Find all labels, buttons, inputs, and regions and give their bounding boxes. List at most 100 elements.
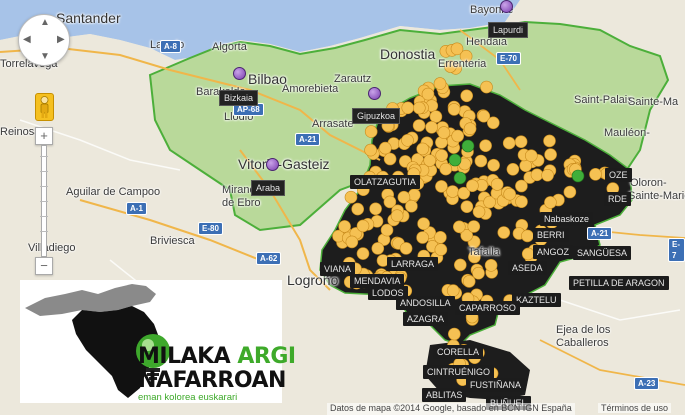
place-marker[interactable] xyxy=(480,80,493,94)
place-marker[interactable] xyxy=(541,169,554,182)
place-marker[interactable] xyxy=(460,200,474,213)
place-marker[interactable] xyxy=(451,129,465,143)
province-pin-lapurdi[interactable] xyxy=(500,0,513,13)
province-label-araba[interactable]: Araba xyxy=(251,180,286,196)
place-marker[interactable] xyxy=(434,243,448,256)
place-tag[interactable]: ABLITAS xyxy=(422,388,467,402)
place-tag[interactable]: RDE xyxy=(604,192,632,206)
place-marker[interactable] xyxy=(364,125,378,138)
place-tag[interactable]: FUSTIÑANA xyxy=(466,378,526,392)
place-marker[interactable] xyxy=(417,217,430,230)
place-marker[interactable] xyxy=(447,327,461,341)
pan-down-icon[interactable]: ▼ xyxy=(40,52,50,62)
place-marker[interactable] xyxy=(433,77,447,90)
province-pin-gipuzkoa[interactable] xyxy=(368,87,381,100)
place-marker[interactable] xyxy=(390,209,404,222)
province-pin-bizkaia[interactable] xyxy=(233,67,246,80)
place-marker[interactable] xyxy=(434,231,447,244)
place-tag[interactable]: OZE xyxy=(605,168,632,182)
province-label-bizkaia[interactable]: Bizkaia xyxy=(219,90,259,106)
place-marker[interactable] xyxy=(453,258,467,272)
place-marker[interactable] xyxy=(412,119,426,132)
zoom-in-button[interactable]: + xyxy=(35,127,53,145)
place-marker[interactable] xyxy=(460,89,474,103)
street-view-pegman-icon[interactable] xyxy=(35,93,54,121)
place-marker[interactable] xyxy=(401,101,415,115)
place-marker[interactable] xyxy=(503,187,517,201)
place-marker[interactable] xyxy=(544,148,557,161)
place-marker[interactable] xyxy=(515,195,528,208)
place-marker[interactable] xyxy=(407,188,421,202)
place-tag[interactable]: PETILLA DE ARAGON xyxy=(569,276,669,290)
place-marker[interactable] xyxy=(423,154,437,167)
place-tag[interactable]: ASEDA xyxy=(508,261,547,275)
place-tag[interactable]: VIANA xyxy=(320,262,356,276)
place-marker[interactable] xyxy=(439,162,453,176)
place-tag[interactable]: CAPARROSO xyxy=(455,301,520,315)
place-marker-green[interactable] xyxy=(453,171,467,185)
place-marker[interactable] xyxy=(563,185,577,199)
place-marker[interactable] xyxy=(524,149,538,162)
place-marker[interactable] xyxy=(515,179,528,193)
place-marker[interactable] xyxy=(487,158,500,172)
place-tag[interactable]: CINTRUÉNIGO xyxy=(423,365,494,379)
place-marker[interactable] xyxy=(521,229,534,243)
place-marker[interactable] xyxy=(437,126,451,139)
zoom-out-button[interactable]: − xyxy=(35,257,53,275)
place-tag[interactable]: MENDAVIA xyxy=(350,274,405,288)
place-marker[interactable] xyxy=(380,223,394,237)
place-marker[interactable] xyxy=(472,266,485,280)
place-marker[interactable] xyxy=(446,185,459,198)
zoom-track[interactable] xyxy=(40,145,48,257)
zoom-control[interactable]: + − xyxy=(35,127,53,275)
place-marker[interactable] xyxy=(467,220,481,233)
place-marker[interactable] xyxy=(472,205,486,219)
place-marker[interactable] xyxy=(345,235,359,249)
place-marker[interactable] xyxy=(425,121,438,134)
place-marker[interactable] xyxy=(364,143,377,157)
place-tag[interactable]: BERRI xyxy=(533,228,569,242)
pan-compass-icon[interactable]: ▲ ▼ ◀ ▶ xyxy=(18,14,70,66)
place-marker[interactable] xyxy=(435,180,448,193)
province-label-gipuzkoa[interactable]: Gipuzkoa xyxy=(352,108,401,124)
pan-left-icon[interactable]: ◀ xyxy=(23,35,31,45)
pan-up-icon[interactable]: ▲ xyxy=(40,18,50,28)
place-marker[interactable] xyxy=(401,134,414,147)
place-marker[interactable] xyxy=(490,178,504,191)
place-tag[interactable]: AZAGRA xyxy=(403,312,449,326)
place-marker[interactable] xyxy=(429,110,443,123)
place-marker[interactable] xyxy=(530,168,544,182)
place-marker[interactable] xyxy=(383,152,397,166)
place-marker[interactable] xyxy=(486,116,500,130)
place-tag[interactable]: ANDOSILLA xyxy=(396,296,455,310)
place-marker[interactable] xyxy=(479,139,492,152)
place-marker[interactable] xyxy=(356,247,370,260)
place-marker[interactable] xyxy=(589,168,602,181)
place-marker[interactable] xyxy=(543,134,556,148)
place-marker[interactable] xyxy=(447,103,461,116)
place-marker[interactable] xyxy=(371,242,385,255)
place-marker[interactable] xyxy=(416,231,429,244)
place-tag[interactable]: OLATZAGUTIA xyxy=(350,175,420,189)
place-marker[interactable] xyxy=(506,163,520,176)
place-marker[interactable] xyxy=(474,154,488,168)
place-marker[interactable] xyxy=(405,199,418,213)
place-marker-green[interactable] xyxy=(448,153,462,167)
place-marker[interactable] xyxy=(446,284,460,297)
place-tag[interactable]: LARRAGA xyxy=(387,257,439,271)
place-marker[interactable] xyxy=(435,149,449,162)
place-marker[interactable] xyxy=(421,87,435,101)
place-marker[interactable] xyxy=(544,196,557,209)
place-tag[interactable]: ANGOZ xyxy=(533,245,574,259)
place-marker[interactable] xyxy=(351,202,365,216)
place-marker-green[interactable] xyxy=(461,139,475,153)
place-marker[interactable] xyxy=(463,122,477,135)
place-marker[interactable] xyxy=(338,220,351,233)
place-marker[interactable] xyxy=(412,101,426,115)
map-canvas[interactable]: Santander Laredo Torrelavega Algorta Bil… xyxy=(0,0,685,415)
place-marker[interactable] xyxy=(369,202,382,216)
pan-right-icon[interactable]: ▶ xyxy=(57,35,65,45)
place-marker[interactable] xyxy=(356,219,370,233)
place-marker[interactable] xyxy=(399,242,413,255)
place-marker[interactable] xyxy=(502,136,516,150)
